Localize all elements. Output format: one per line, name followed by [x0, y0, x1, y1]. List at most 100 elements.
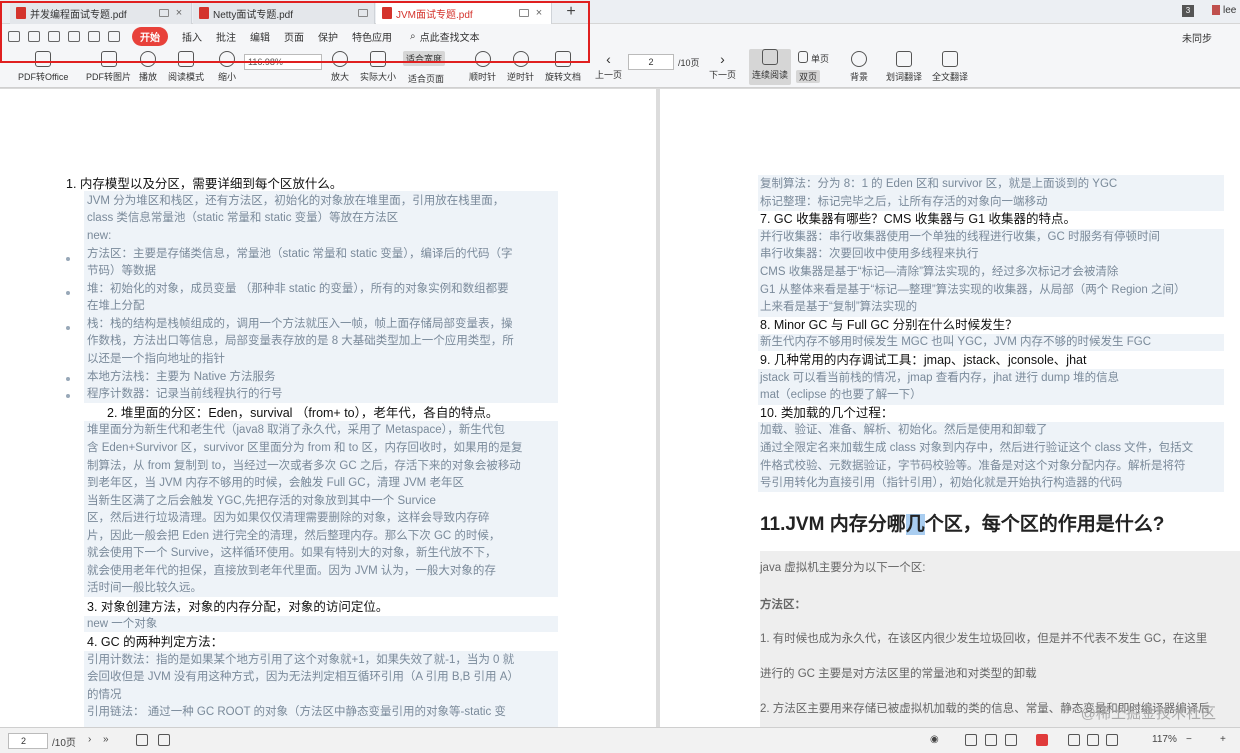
doc-line: 就会使用下一个 Survive，这样循环使用。如果有特别大的对象，新生代放不下， [87, 547, 497, 559]
new-tab-button[interactable]: + [562, 3, 580, 21]
play-button[interactable]: 播放 [139, 51, 157, 83]
doc-line: 的情况 [87, 689, 122, 701]
label: 全文翻译 [932, 72, 969, 82]
doc-heading: 3. 对象创建方法，对象的内存分配，对象的访问定位。 [87, 600, 389, 614]
label: 逆时针 [507, 72, 535, 82]
doc-heading: 8. Minor GC 与 Full GC 分别在什么时候发生？ [760, 318, 1018, 332]
tab-label: Netty面试专题.pdf [213, 9, 294, 21]
zoom-in-button[interactable]: 放大 [331, 51, 349, 83]
window-icon[interactable] [358, 9, 368, 17]
gray-line: 进行的 GC 主要是对方法区里的常量池和对类型的卸载 [760, 668, 1037, 680]
doc-line: 堆：初始化的对象，成员变量 （那种非 static 的变量），所有的对象实例和数… [87, 283, 509, 295]
selected-text[interactable]: 几 [905, 514, 925, 535]
menu-page[interactable]: 页面 [284, 29, 304, 44]
window-icon[interactable] [159, 9, 169, 17]
next-page-icon[interactable]: › [88, 734, 91, 745]
close-icon[interactable]: × [533, 7, 545, 19]
reading-mode-button[interactable]: 阅读模式 [168, 51, 204, 83]
tab-concurrency[interactable]: 并发编程面试专题.pdf × [10, 2, 192, 24]
search-icon[interactable]: ⌕ [410, 31, 416, 42]
export-icon[interactable] [108, 30, 120, 42]
close-icon[interactable]: × [173, 7, 185, 19]
full-translate-button[interactable]: 全文翻译 [932, 51, 968, 83]
comment-icon[interactable] [158, 734, 170, 746]
doc-line: 栈：栈的结构是栈帧组成的，调用一个方法就压入一帧，帧上面存储局部变量表，操 [87, 318, 513, 330]
label: 连续阅读 [751, 70, 788, 80]
eye-icon[interactable]: ◉ [930, 734, 939, 745]
rotate-cw-icon [474, 51, 491, 67]
menu-features[interactable]: 特色应用 [352, 29, 392, 44]
menu-protect[interactable]: 保护 [318, 29, 338, 44]
doc-line: CMS 收集器是基于“标记—清除”算法实现的，经过多次标记才会被清除 [760, 266, 1119, 278]
prev-page-button[interactable]: ‹ 上一页 [595, 51, 622, 81]
user-name[interactable]: lee [1223, 5, 1236, 16]
sync-status[interactable]: 未同步 [1182, 30, 1212, 45]
doc-line: 件格式校验、元数据验证，字节码校验等。准备是对这个对象分配内存。解析是将符 [760, 460, 1186, 472]
zoom-out-icon[interactable]: − [1186, 734, 1192, 745]
zoom-input[interactable]: 116.98% [244, 54, 322, 70]
rotate-ccw-button[interactable]: 逆时针 [507, 51, 534, 83]
page-icon[interactable] [1106, 734, 1118, 746]
next-page-button[interactable]: › 下一页 [709, 51, 736, 81]
insert-page-icon[interactable] [136, 734, 148, 746]
open-icon[interactable] [8, 30, 20, 42]
label: 上一页 [595, 70, 623, 80]
gray-line: 1. 有时候也成为永久代，在该区内很少发生垃圾回收，但是并不代表不发生 GC，在… [760, 633, 1208, 645]
doc-line: 并行收集器：串行收集器使用一个单独的线程进行收集，GC 时服务有停顿时间 [760, 231, 1160, 243]
search-input[interactable]: 点此查找文本 [420, 29, 480, 44]
zoom-in-icon[interactable]: + [1220, 734, 1226, 745]
word-translate-button[interactable]: 划词翻译 [886, 51, 922, 83]
rotate-doc-button[interactable]: 旋转文档 [545, 51, 581, 83]
label: 缩小 [218, 72, 237, 82]
view-single-icon[interactable] [985, 734, 997, 746]
rotate-cw-button[interactable]: 顺时针 [469, 51, 496, 83]
tab-jvm[interactable]: JVM面试专题.pdf × [376, 2, 552, 24]
background-button[interactable]: 背景 [850, 51, 868, 83]
doc-line: JVM 分为堆区和栈区，还有方法区，初始化的对象放在堆里面，引用放在栈里面， [87, 195, 505, 207]
page-input[interactable]: 2 [628, 54, 674, 70]
status-page-input[interactable]: 2 [8, 733, 48, 749]
tab-netty[interactable]: Netty面试专题.pdf [193, 2, 375, 24]
doc-line: 引用链法： 通过一种 GC ROOT 的对象（方法区中静态变量引用的对象等-st… [87, 706, 506, 718]
label: 双页 [799, 72, 818, 82]
doc-line: new: [87, 230, 112, 242]
pdf-to-office-button[interactable]: PDF转Office [18, 51, 68, 83]
redo-icon[interactable] [88, 30, 100, 42]
window-icon[interactable] [519, 9, 529, 17]
fullscreen-icon[interactable] [1087, 734, 1099, 746]
avatar[interactable] [1212, 5, 1220, 15]
minus-icon [219, 51, 235, 67]
view-double-icon[interactable] [1005, 734, 1017, 746]
save-icon[interactable] [28, 30, 40, 42]
menu-edit[interactable]: 编辑 [250, 29, 270, 44]
double-page-button[interactable]: 双页 [796, 70, 821, 83]
single-page-button[interactable]: 单页 [798, 51, 829, 66]
undo-icon[interactable] [68, 30, 80, 42]
bullet [66, 394, 70, 398]
document-viewer[interactable]: 1. 内存模型以及分区，需要详细到每个区放什么。 JVM 分为堆区和栈区，还有方… [0, 89, 1240, 727]
menu-annotate[interactable]: 批注 [216, 29, 236, 44]
view-continuous-icon[interactable] [965, 734, 977, 746]
zoom-level[interactable]: 117% [1152, 734, 1177, 745]
doc-line: 到老年区，当 JVM 内存不够用的时候，会触发 Full GC，清理 JVM 老… [87, 477, 464, 489]
label: 播放 [139, 72, 158, 82]
print-icon[interactable] [48, 30, 60, 42]
fit-icon[interactable] [1068, 734, 1080, 746]
menu-insert[interactable]: 插入 [182, 29, 202, 44]
fit-page-button[interactable]: 适合页面 [408, 72, 444, 85]
pdf-to-image-button[interactable]: PDF转图片 [86, 51, 131, 83]
label: 划词翻译 [886, 72, 923, 82]
zoom-out-button[interactable]: 缩小 [218, 51, 236, 83]
doc-line: 复制算法：分为 8：1 的 Eden 区和 survivor 区，就是上面谈到的… [760, 178, 1118, 190]
label: 单页 [811, 54, 830, 64]
actual-size-button[interactable]: 实际大小 [360, 51, 396, 83]
last-page-icon[interactable]: » [103, 734, 109, 745]
doc-heading: 2. 堆里面的分区：Eden，survival （from+ to），老年代，各… [107, 406, 499, 420]
doc-heading: 4. GC 的两种判定方法： [87, 635, 224, 649]
menu-start[interactable]: 开始 [132, 26, 168, 46]
count-badge[interactable]: 3 [1182, 5, 1194, 17]
fit-width-button[interactable]: 适合宽度 [403, 51, 446, 66]
translate-icon [896, 51, 912, 67]
continuous-read-button[interactable]: 连续阅读 [749, 49, 791, 85]
play-icon[interactable] [1036, 734, 1048, 746]
